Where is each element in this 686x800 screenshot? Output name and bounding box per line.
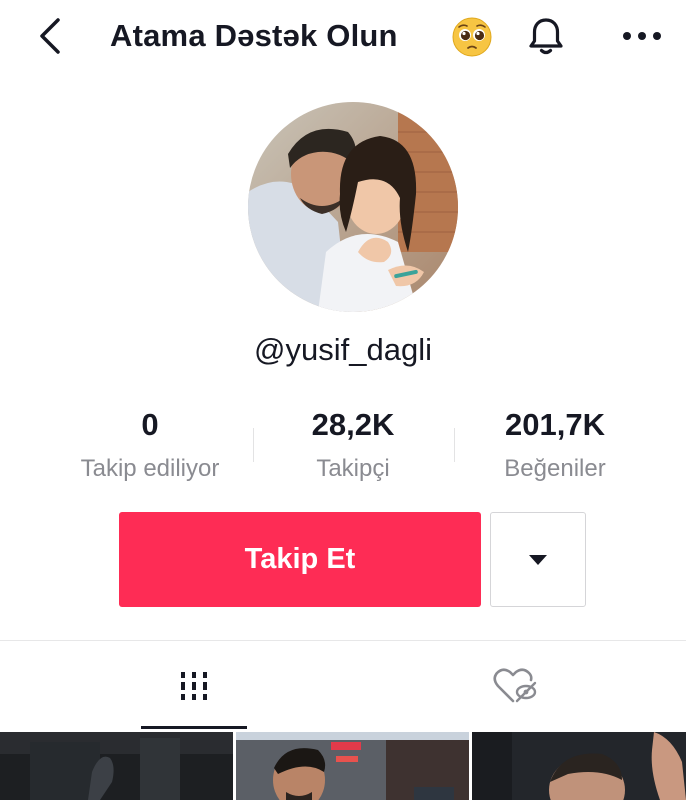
video-thumbnail[interactable]: [236, 732, 469, 800]
follow-button[interactable]: Takip Et: [119, 512, 481, 607]
avatar[interactable]: [248, 102, 458, 312]
videos-grid-icon: [181, 672, 207, 700]
video-thumbnail[interactable]: [0, 732, 233, 800]
caret-down-icon: [529, 554, 547, 565]
notification-button[interactable]: [522, 12, 570, 60]
followers-count: 28,2K: [311, 407, 395, 442]
followers-label: Takipçi: [316, 455, 390, 482]
video-grid: [0, 732, 686, 800]
likes-label: Beğeniler: [504, 455, 606, 482]
more-horizontal-icon: [623, 32, 661, 40]
video-thumbnail[interactable]: [472, 732, 686, 800]
likes-count: 201,7K: [505, 407, 605, 442]
username: @yusif_dagli: [254, 332, 432, 367]
profile-title: Atama Dəstək Olun: [110, 18, 398, 53]
back-button[interactable]: [30, 14, 74, 58]
suggested-accounts-dropdown-button[interactable]: [490, 512, 586, 607]
active-tab-indicator: [141, 726, 247, 729]
bell-icon: [529, 18, 563, 55]
likes-stat[interactable]: 201,7K Beğeniler: [455, 405, 655, 487]
more-options-button[interactable]: [615, 16, 669, 56]
tab-videos[interactable]: [141, 642, 247, 730]
chevron-left-icon: [40, 18, 60, 54]
tab-liked[interactable]: [462, 642, 568, 730]
liked-hidden-icon: [493, 668, 537, 703]
following-count: 0: [141, 407, 159, 442]
following-stat[interactable]: 0 Takip ediliyor: [50, 405, 250, 487]
section-divider: [0, 640, 686, 641]
followers-stat[interactable]: 28,2K Takipçi: [253, 405, 453, 487]
pleading-face-emoji: [452, 17, 492, 57]
following-label: Takip ediliyor: [80, 455, 220, 482]
top-bar: Atama Dəstək Olun: [0, 0, 686, 72]
